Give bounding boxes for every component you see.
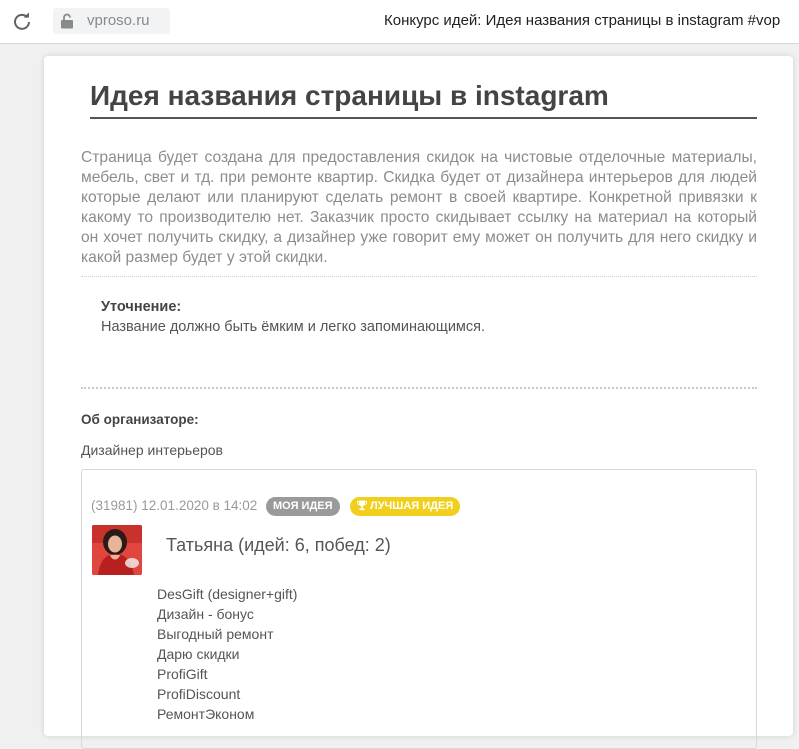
clarification-text: Название должно быть ёмким и легко запом… [101, 319, 486, 335]
organizer-title: Об организаторе: [81, 412, 199, 427]
idea-name-item: Дизайн - бонус [157, 606, 254, 622]
idea-meta: (31981) 12.01.2020 в 14:02 [91, 498, 258, 513]
idea-name-item: Дарю скидки [157, 646, 240, 662]
idea-names-list: DesGift (designer+gift) Дизайн - бонус В… [157, 584, 297, 724]
lock-icon[interactable] [60, 13, 74, 29]
idea-name-item: РемонтЭконом [157, 706, 255, 722]
clarification-title: Уточнение: [101, 299, 182, 315]
idea-author[interactable]: Татьяна (идей: 6, побед: 2) [166, 535, 391, 556]
divider [81, 276, 757, 277]
browser-toolbar: vproso.ru Конкурс идей: Идея названия ст… [0, 0, 799, 44]
reload-icon[interactable] [12, 11, 32, 31]
idea-name-item: DesGift (designer+gift) [157, 586, 298, 602]
divider [81, 387, 757, 389]
contest-description: Страница будет создана для предоставлени… [81, 149, 757, 266]
best-idea-badge: ЛУЧШАЯ ИДЕЯ [350, 497, 461, 516]
idea-name-item: ProfiGift [157, 666, 208, 682]
page-title: Идея названия страницы в instagram [90, 78, 757, 119]
address-domain: vproso.ru [87, 12, 150, 29]
my-idea-badge: МОЯ ИДЕЯ [266, 497, 340, 516]
idea-name-item: Выгодный ремонт [157, 626, 274, 642]
trophy-icon [357, 500, 367, 511]
content-card: Идея названия страницы в instagram Стран… [44, 56, 793, 749]
avatar-image [92, 525, 142, 575]
avatar[interactable] [92, 525, 142, 575]
organizer-text: Дизайнер интерьеров [81, 442, 223, 458]
browser-page-title: Конкурс идей: Идея названия страницы в i… [384, 12, 781, 29]
address-field[interactable]: vproso.ru [53, 8, 170, 34]
idea-entry: (31981) 12.01.2020 в 14:02 МОЯ ИДЕЯ ЛУЧШ… [81, 469, 757, 749]
best-idea-label: ЛУЧШАЯ ИДЕЯ [370, 500, 454, 512]
idea-name-item: ProfiDiscount [157, 686, 241, 702]
